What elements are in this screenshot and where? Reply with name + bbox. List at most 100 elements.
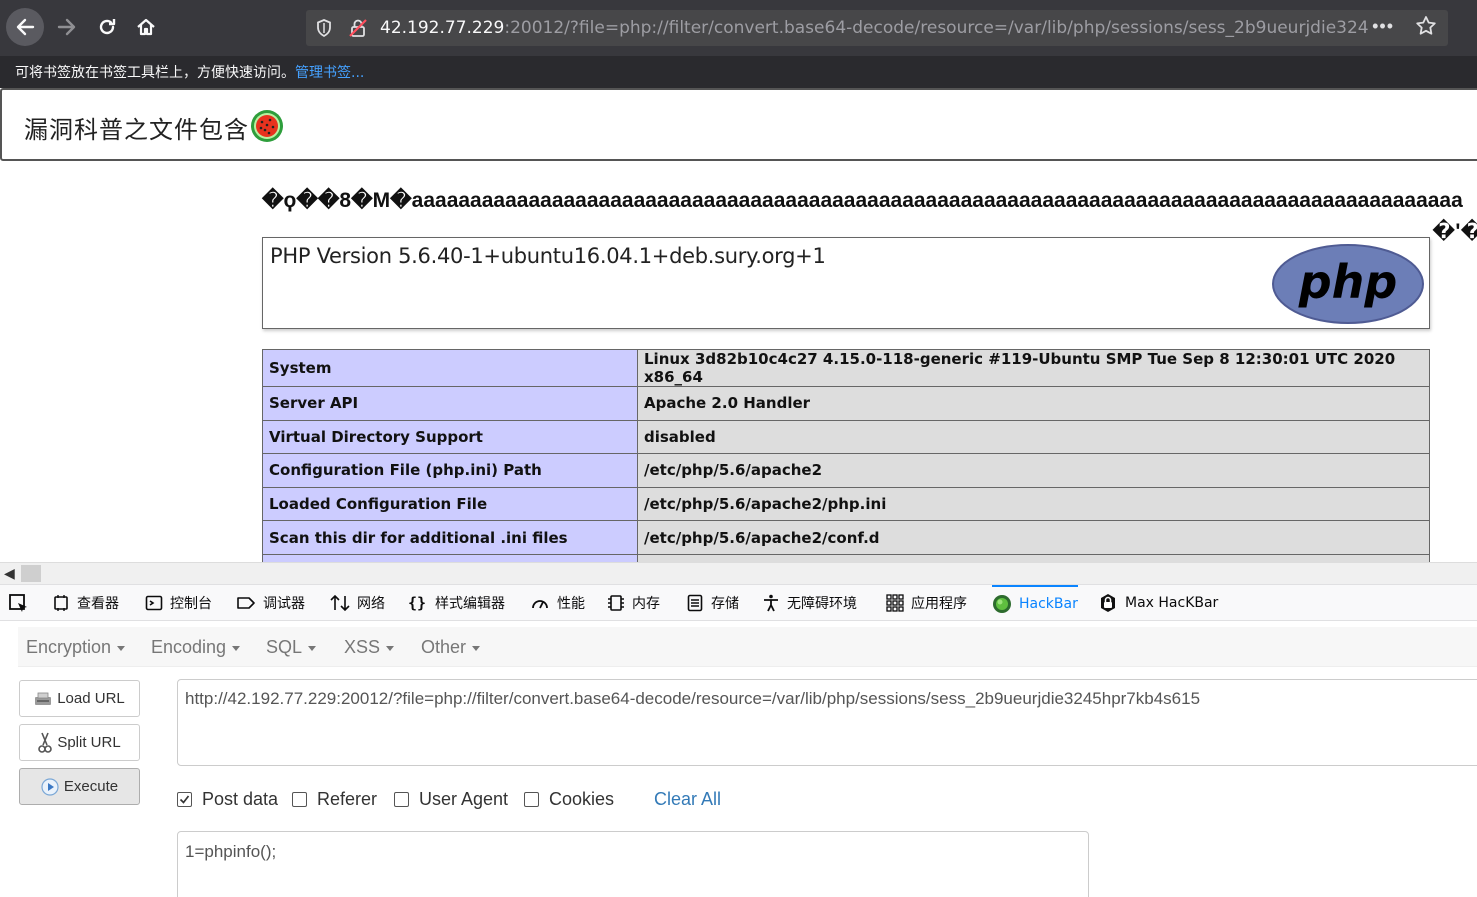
tab-label: HackBar <box>1019 596 1078 612</box>
table-row: System Linux 3d82b10c4c27 4.15.0-118-gene… <box>262 349 1430 387</box>
insecure-lock-icon[interactable] <box>348 18 368 43</box>
menu-encryption[interactable]: Encryption <box>26 637 126 658</box>
home-icon <box>137 18 155 36</box>
execute-label: Execute <box>63 778 119 795</box>
tab-label: 控制台 <box>170 596 212 612</box>
menu-xss[interactable]: XSS <box>344 637 395 658</box>
tab-network[interactable]: 网络 <box>330 585 385 621</box>
max-hackbar-icon <box>1098 593 1118 613</box>
tab-console[interactable]: 控制台 <box>145 585 212 621</box>
hackbar-icon <box>992 594 1012 614</box>
url-text[interactable]: 42.192.77.229:20012/?file=php://filter/c… <box>380 18 1368 38</box>
caret-down-icon <box>472 645 481 651</box>
caret-down-icon <box>117 645 126 651</box>
garbled-output-line: �ϙ��8�M�aaaaaaaaaaaaaaaaaaaaaaaaaaaaaaaa… <box>262 189 1463 212</box>
shield-icon[interactable] <box>315 18 333 43</box>
cookies-checkbox[interactable] <box>524 792 539 807</box>
element-picker-icon[interactable] <box>8 593 30 620</box>
user-agent-checkbox[interactable] <box>394 792 409 807</box>
clear-all-link[interactable]: Clear All <box>654 789 721 810</box>
home-button[interactable] <box>127 8 165 46</box>
cookies-option[interactable]: Cookies <box>524 789 614 810</box>
reload-icon <box>99 19 116 35</box>
info-value: Linux 3d82b10c4c27 4.15.0-118-generic #1… <box>637 349 1430 387</box>
tab-style-editor[interactable]: {} 样式编辑器 <box>408 585 505 621</box>
php-version-heading: PHP Version 5.6.40-1+ubuntu16.04.1+deb.s… <box>270 244 826 268</box>
address-bar[interactable]: 42.192.77.229:20012/?file=php://filter/c… <box>306 10 1448 46</box>
user-agent-option[interactable]: User Agent <box>394 789 508 810</box>
watermelon-icon <box>251 110 283 142</box>
tab-label: 应用程序 <box>911 596 967 612</box>
info-value: Apache 2.0 Handler <box>637 386 1430 421</box>
debugger-icon <box>236 594 256 612</box>
post-data-option[interactable]: Post data <box>177 789 278 810</box>
split-url-label: Split URL <box>57 734 121 751</box>
menu-other-label: Other <box>421 637 467 657</box>
back-button[interactable] <box>6 8 44 46</box>
hackbar-menu: Encryption Encoding SQL XSS Other <box>18 627 1477 667</box>
menu-other[interactable]: Other <box>421 637 481 658</box>
bookmarks-toolbar: 可将书签放在书签工具栏上，方便快速访问。管理书签... <box>0 56 1477 88</box>
tab-application[interactable]: 应用程序 <box>886 585 967 621</box>
execute-button[interactable]: Execute <box>19 768 140 805</box>
site-header: 漏洞科普之文件包含 <box>0 88 1477 161</box>
network-icon <box>330 594 350 612</box>
tab-debugger[interactable]: 调试器 <box>236 585 305 621</box>
tab-accessibility[interactable]: 无障碍环境 <box>762 585 857 621</box>
tab-hackbar[interactable]: HackBar <box>992 585 1078 621</box>
tab-inspector[interactable]: 查看器 <box>52 585 119 621</box>
page-actions-button[interactable]: ••• <box>1372 16 1394 37</box>
phpinfo-table: System Linux 3d82b10c4c27 4.15.0-118-gene… <box>262 349 1430 562</box>
memory-icon <box>607 594 625 612</box>
load-url-icon <box>34 691 52 707</box>
tab-label: Max HacKBar <box>1125 595 1219 611</box>
menu-xss-label: XSS <box>344 637 381 657</box>
caret-down-icon <box>386 645 395 651</box>
user-agent-label: User Agent <box>419 789 509 809</box>
bookmark-star-icon[interactable] <box>1414 14 1438 43</box>
referer-option[interactable]: Referer <box>292 789 377 810</box>
tab-label: 网络 <box>357 596 385 612</box>
tab-max-hackbar[interactable]: Max HacKBar <box>1098 585 1218 621</box>
load-url-button[interactable]: Load URL <box>19 680 140 717</box>
referer-checkbox[interactable] <box>292 792 307 807</box>
performance-icon <box>530 594 550 612</box>
garbled-output-tail: �'� <box>1432 220 1477 243</box>
site-title: 漏洞科普之文件包含 <box>24 116 249 144</box>
scissors-icon <box>38 732 53 754</box>
menu-encoding[interactable]: Encoding <box>151 637 241 658</box>
tab-label: 样式编辑器 <box>435 596 505 612</box>
forward-button[interactable] <box>48 8 86 46</box>
horizontal-scrollbar[interactable]: ◀ <box>0 562 1477 584</box>
reload-button[interactable] <box>88 8 126 46</box>
tab-storage[interactable]: 存储 <box>686 585 739 621</box>
scroll-left-icon[interactable]: ◀ <box>4 565 15 582</box>
url-path: :20012/?file=php://filter/convert.base64… <box>504 18 1368 38</box>
url-textarea[interactable]: http://42.192.77.229:20012/?file=php://f… <box>177 679 1477 766</box>
post-data-checkbox[interactable] <box>177 792 192 807</box>
info-key: Virtual Directory Support <box>262 419 638 455</box>
load-url-label: Load URL <box>57 690 125 707</box>
page-viewport: 漏洞科普之文件包含 �ϙ��8�M�aaaaaaaaaaaaaaaaaaaaaa… <box>0 88 1477 562</box>
browser-toolbar: 42.192.77.229:20012/?file=php://filter/c… <box>0 0 1477 56</box>
referer-label: Referer <box>317 789 378 809</box>
menu-sql[interactable]: SQL <box>266 637 317 658</box>
scrollbar-thumb[interactable] <box>21 565 41 582</box>
table-row: Virtual Directory Support disabled <box>262 419 1430 455</box>
info-key: System <box>262 349 638 387</box>
tab-performance[interactable]: 性能 <box>530 585 585 621</box>
post-data-textarea[interactable]: 1=phpinfo(); <box>177 831 1089 897</box>
table-row: Scan this dir for additional .ini files /… <box>262 520 1430 555</box>
caret-down-icon <box>308 645 317 651</box>
tab-label: 性能 <box>557 596 585 612</box>
arrow-left-icon <box>16 18 35 36</box>
tab-memory[interactable]: 内存 <box>607 585 660 621</box>
table-row: Additional .ini files parsed/etc/php/5.6… <box>262 553 1430 562</box>
inspector-icon <box>52 594 70 612</box>
split-url-button[interactable]: Split URL <box>19 724 140 761</box>
info-value: /etc/php/5.6/apache2 <box>637 453 1430 488</box>
php-version-banner: PHP Version 5.6.40-1+ubuntu16.04.1+deb.s… <box>262 237 1430 329</box>
style-editor-icon: {} <box>408 594 428 612</box>
info-key: Server API <box>262 386 638 421</box>
manage-bookmarks-link[interactable]: 管理书签... <box>295 65 364 81</box>
